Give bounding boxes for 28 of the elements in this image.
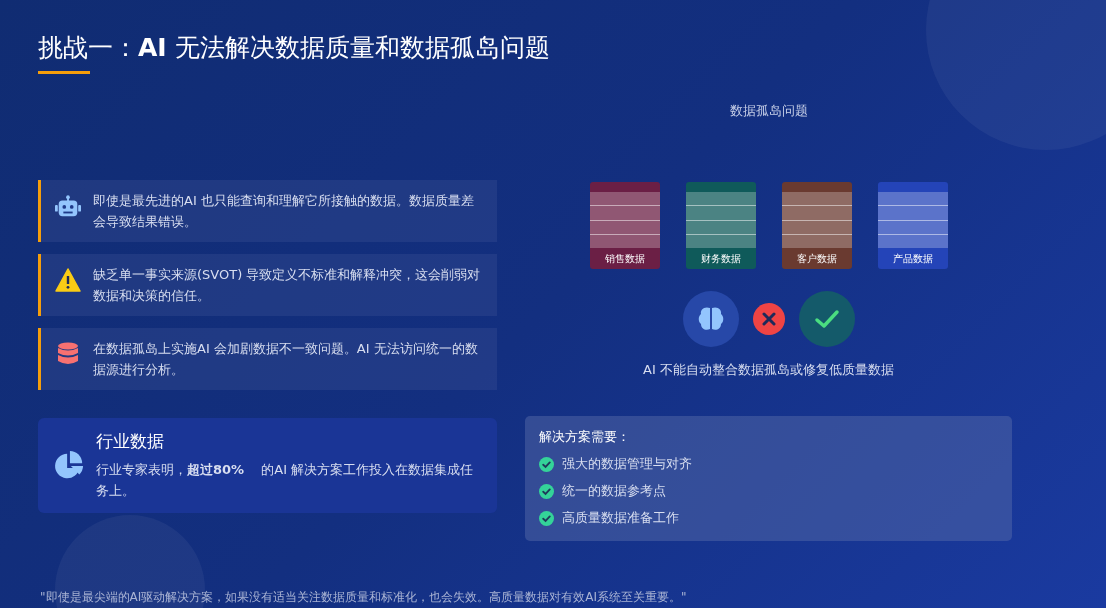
diagram-caption: AI 不能自动整合数据孤岛或修复低质量数据: [643, 361, 894, 379]
robot-icon: [55, 194, 81, 218]
point-text: 缺乏单一事实来源(SVOT) 导致定义不标准和解释冲突，这会削弱对数据和决策的信任。: [93, 266, 482, 305]
slide-title: 挑战一：AI 无法解决数据质量和数据孤岛问题: [38, 32, 551, 64]
data-silo: 客户数据: [781, 182, 852, 269]
data-silo: 产品数据: [877, 182, 948, 269]
cross-icon: [752, 303, 785, 335]
check-icon: [539, 456, 554, 472]
point-text: 在数据孤岛上实施AI 会加剧数据不一致问题。AI 无法访问统一的数据源进行分析。: [93, 340, 479, 379]
solution-title: 解决方案需要：: [539, 428, 631, 446]
title-underline: [38, 71, 90, 74]
solution-item: 统一的数据参考点: [562, 482, 666, 500]
solution-item: 高质量数据准备工作: [562, 509, 679, 527]
industry-title: 行业数据: [96, 430, 165, 453]
brain-icon: [682, 291, 739, 347]
footer-quote: "即使是最尖端的AI驱动解决方案，如果没有适当关注数据质量和标准化，也会失效。高质量数据对有效AI系统至关重要。": [40, 589, 687, 606]
data-silo: 财务数据: [685, 182, 756, 269]
database-icon: [55, 342, 81, 366]
warning-icon: [55, 268, 81, 292]
point-text: 即使是最先进的AI 也只能查询和理解它所接触的数据。数据质量差会导致结果错误。: [93, 192, 475, 231]
diagram-title: 数据孤岛问题: [729, 102, 808, 120]
pie-chart-icon: [54, 450, 84, 481]
industry-text: 行业专家表明，超过80% 的AI 解决方案工作投入在数据集成任务上。: [96, 461, 475, 500]
solution-item: 强大的数据管理与对齐: [562, 455, 692, 473]
check-icon: [798, 291, 855, 347]
check-icon: [539, 483, 554, 499]
check-icon: [539, 510, 554, 526]
data-silo: 销售数据: [589, 182, 660, 269]
